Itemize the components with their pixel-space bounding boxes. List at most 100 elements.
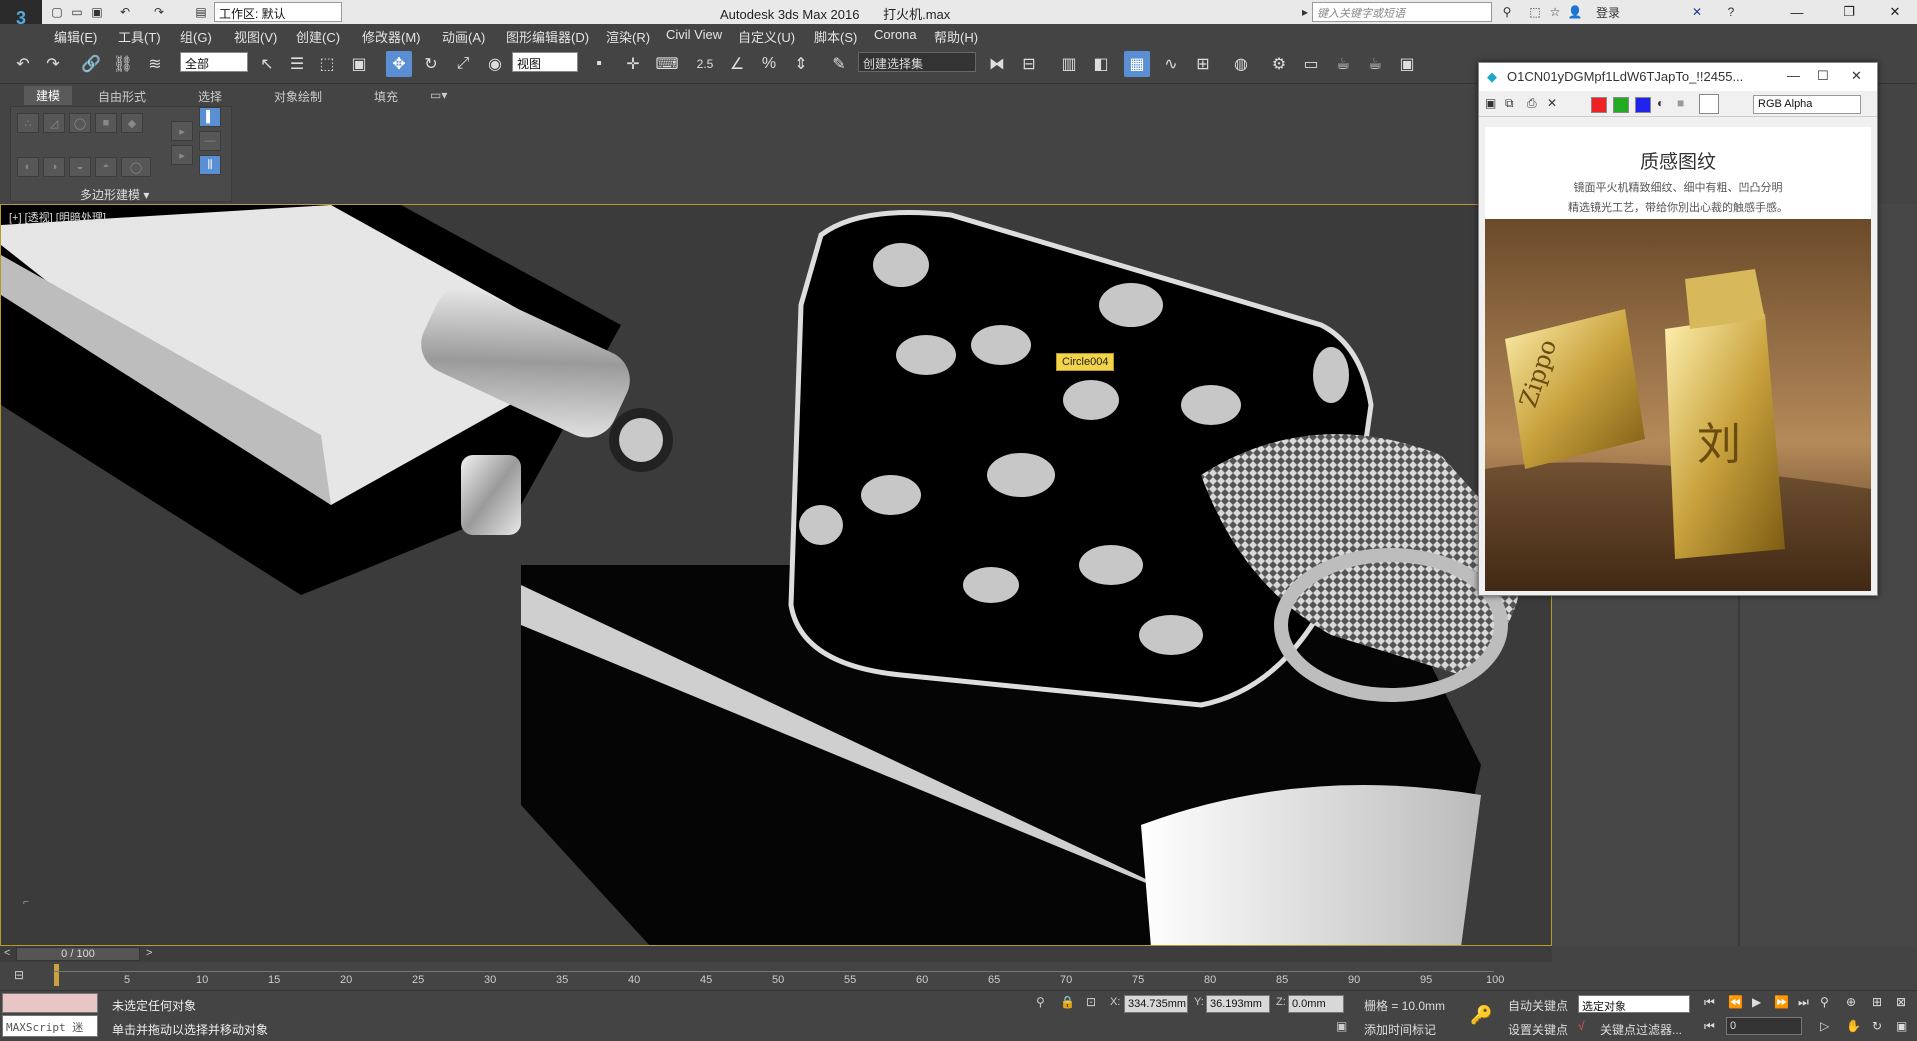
image-window-titlebar[interactable]: ◆ O1CN01yDGMpf1LdW6TJapTo_!!2455... — ☐ … — [1479, 63, 1877, 91]
spinner-snap-icon[interactable]: ⇕ — [788, 51, 814, 77]
ribbon-options-icon[interactable]: ▭▾ — [430, 88, 447, 102]
login-button[interactable]: 登录 — [1588, 3, 1628, 21]
viewport-label[interactable]: [+] [透视] [明暗处理] — [9, 209, 106, 225]
menu-tools[interactable]: 工具(T) — [118, 27, 161, 46]
render-iterative-icon[interactable]: ☕ — [1362, 51, 1388, 77]
key-mode-select[interactable]: 选定对象 — [1578, 995, 1690, 1013]
track-bar[interactable]: ⊟ 5 10 15 20 25 30 35 40 45 50 55 60 65 … — [0, 962, 1552, 990]
snaps-toggle-icon[interactable]: 2.5 — [692, 51, 718, 77]
rectangular-selection-icon[interactable]: ⬚ — [314, 51, 340, 77]
constraints-icon[interactable]: ⫼ — [199, 155, 221, 175]
x-coordinate-field[interactable]: 334.735mm — [1124, 995, 1188, 1013]
new-file-icon[interactable]: ▢ — [48, 3, 66, 21]
render-activeshade-icon[interactable]: ▣ — [1394, 51, 1420, 77]
blue-channel-toggle[interactable] — [1635, 97, 1651, 113]
menu-animation[interactable]: 动画(A) — [442, 27, 485, 46]
menu-civil-view[interactable]: Civil View — [666, 27, 722, 42]
redo-icon[interactable]: ↷ — [40, 51, 66, 77]
next-frame-icon[interactable]: ⏩ — [1774, 995, 1789, 1009]
image-close-button[interactable]: ✕ — [1851, 68, 1862, 84]
absolute-mode-icon[interactable]: ⊡ — [1086, 995, 1096, 1009]
menu-customize[interactable]: 自定义(U) — [738, 27, 795, 46]
unlink-icon[interactable]: ⛓ — [110, 51, 136, 77]
menu-rendering[interactable]: 渲染(R) — [606, 27, 650, 46]
select-manipulate-icon[interactable]: ✛ — [620, 51, 646, 77]
workspace-select[interactable]: 工作区: 默认 — [214, 2, 342, 22]
save-icon[interactable]: ▣ — [88, 3, 106, 21]
y-coordinate-field[interactable]: 36.193mm — [1206, 995, 1270, 1013]
edge-mode-icon[interactable]: ◿ — [43, 113, 65, 133]
favorites-star-icon[interactable]: ☆ — [1546, 3, 1564, 21]
z-coordinate-field[interactable]: 0.0mm — [1288, 995, 1344, 1013]
go-to-end-icon[interactable]: ⏭ — [1798, 995, 1809, 1010]
key-mode-toggle-icon[interactable]: ⏮ — [1704, 1019, 1715, 1034]
ribbon-panel-label[interactable]: 多边形建模 ▾ — [80, 186, 149, 203]
window-crossing-icon[interactable]: ▣ — [346, 51, 372, 77]
undo-quick-icon[interactable]: ↶ — [116, 3, 134, 21]
binoculars-icon[interactable]: ⚲ — [1498, 3, 1516, 21]
show-end-result-icon[interactable]: ▸ — [171, 121, 193, 141]
align-icon[interactable]: ⊟ — [1016, 51, 1042, 77]
project-folder-icon[interactable]: ▤ — [192, 3, 210, 21]
menu-modifiers[interactable]: 修改器(M) — [362, 27, 421, 46]
menu-create[interactable]: 创建(C) — [296, 27, 340, 46]
time-next-icon[interactable]: > — [146, 947, 152, 959]
exchange-x-icon[interactable]: ✕ — [1688, 3, 1706, 21]
use-nurms-icon[interactable]: ▌ — [199, 107, 221, 127]
print-icon[interactable]: ⎙ — [1527, 96, 1537, 111]
select-and-scale-icon[interactable]: ⤢ — [450, 51, 476, 77]
keyboard-shortcut-override-icon[interactable]: ⌨ — [654, 51, 680, 77]
menu-help[interactable]: 帮助(H) — [934, 27, 978, 46]
key-filters-button[interactable]: 关键点过滤器... — [1600, 1021, 1682, 1038]
restore-button[interactable]: ❐ — [1826, 0, 1872, 24]
key-filter-icon[interactable]: √ — [1578, 1019, 1585, 1033]
add-time-tag-button[interactable]: 添加时间标记 — [1364, 1021, 1436, 1038]
menu-views[interactable]: 视图(V) — [234, 27, 277, 46]
background-color-swatch[interactable] — [1699, 94, 1719, 114]
named-selection-set-select[interactable]: 创建选择集 — [858, 52, 976, 72]
save-image-icon[interactable]: ▣ — [1485, 96, 1496, 110]
border-mode-icon[interactable]: ◯ — [69, 113, 91, 133]
reference-coordinate-select[interactable]: 视图 — [512, 52, 578, 72]
schematic-view-icon[interactable]: ⊞ — [1190, 51, 1216, 77]
menu-scripting[interactable]: 脚本(S) — [814, 27, 857, 46]
material-editor-icon[interactable]: ◍ — [1228, 51, 1254, 77]
pin-stack-icon[interactable]: ▸ — [171, 145, 193, 165]
auto-key-button[interactable]: 自动关键点 — [1508, 997, 1568, 1014]
search-input[interactable]: 键入关键字或短语 — [1312, 2, 1492, 22]
layer-explorer-icon[interactable]: ▥ — [1056, 51, 1082, 77]
polygon-mode-icon[interactable]: ■ — [95, 113, 117, 133]
open-file-icon[interactable]: ▭ — [68, 3, 86, 21]
pivot-center-icon[interactable]: ▪ — [586, 51, 612, 77]
tab-populate[interactable]: 填充 — [374, 88, 398, 105]
percent-snap-icon[interactable]: % — [756, 51, 782, 77]
clear-icon[interactable]: ✕ — [1547, 96, 1557, 110]
link-icon[interactable]: 🔗 — [78, 51, 104, 77]
select-by-name-icon[interactable]: ☰ — [284, 51, 310, 77]
orbit-icon[interactable]: ↻ — [1872, 1019, 1882, 1033]
collapse-stack-icon[interactable]: ◓ — [95, 157, 117, 177]
selection-filter-select[interactable]: 全部 — [180, 52, 248, 72]
redo-quick-icon[interactable]: ↷ — [150, 3, 168, 21]
edit-named-selection-icon[interactable]: ✎ — [826, 51, 852, 77]
select-object-icon[interactable]: ↖ — [254, 51, 280, 77]
modify-mode-icon[interactable]: ◐ — [17, 157, 39, 177]
maximize-viewport-icon[interactable]: ▣ — [1896, 1019, 1907, 1033]
selection-lock-icon[interactable]: 🔒 — [1060, 995, 1075, 1009]
select-and-rotate-icon[interactable]: ↻ — [418, 51, 444, 77]
time-prev-icon[interactable]: < — [4, 947, 10, 959]
render-production-icon[interactable]: ☕ — [1330, 51, 1356, 77]
go-to-start-icon[interactable]: ⏮ — [1704, 995, 1715, 1010]
element-mode-icon[interactable]: ◆ — [121, 113, 143, 133]
isolate-selection-icon[interactable]: ⚲ — [1036, 995, 1045, 1009]
channel-select[interactable]: RGB Alpha — [1753, 95, 1861, 114]
angle-snap-icon[interactable]: ∠ — [724, 51, 750, 77]
zoom-all-icon[interactable]: ⊕ — [1846, 995, 1856, 1009]
mirror-icon[interactable]: ⧓ — [984, 51, 1010, 77]
time-slider[interactable]: < 0 / 100 > — [0, 946, 1552, 962]
maxscript-listener-input[interactable] — [2, 993, 98, 1013]
tab-object-paint[interactable]: 对象绘制 — [274, 88, 322, 105]
toggle-ribbon-icon[interactable]: ◧ — [1088, 51, 1114, 77]
undo-icon[interactable]: ↶ — [10, 51, 36, 77]
toggle-ignore-backfacing-icon[interactable]: ◯ — [121, 157, 151, 177]
